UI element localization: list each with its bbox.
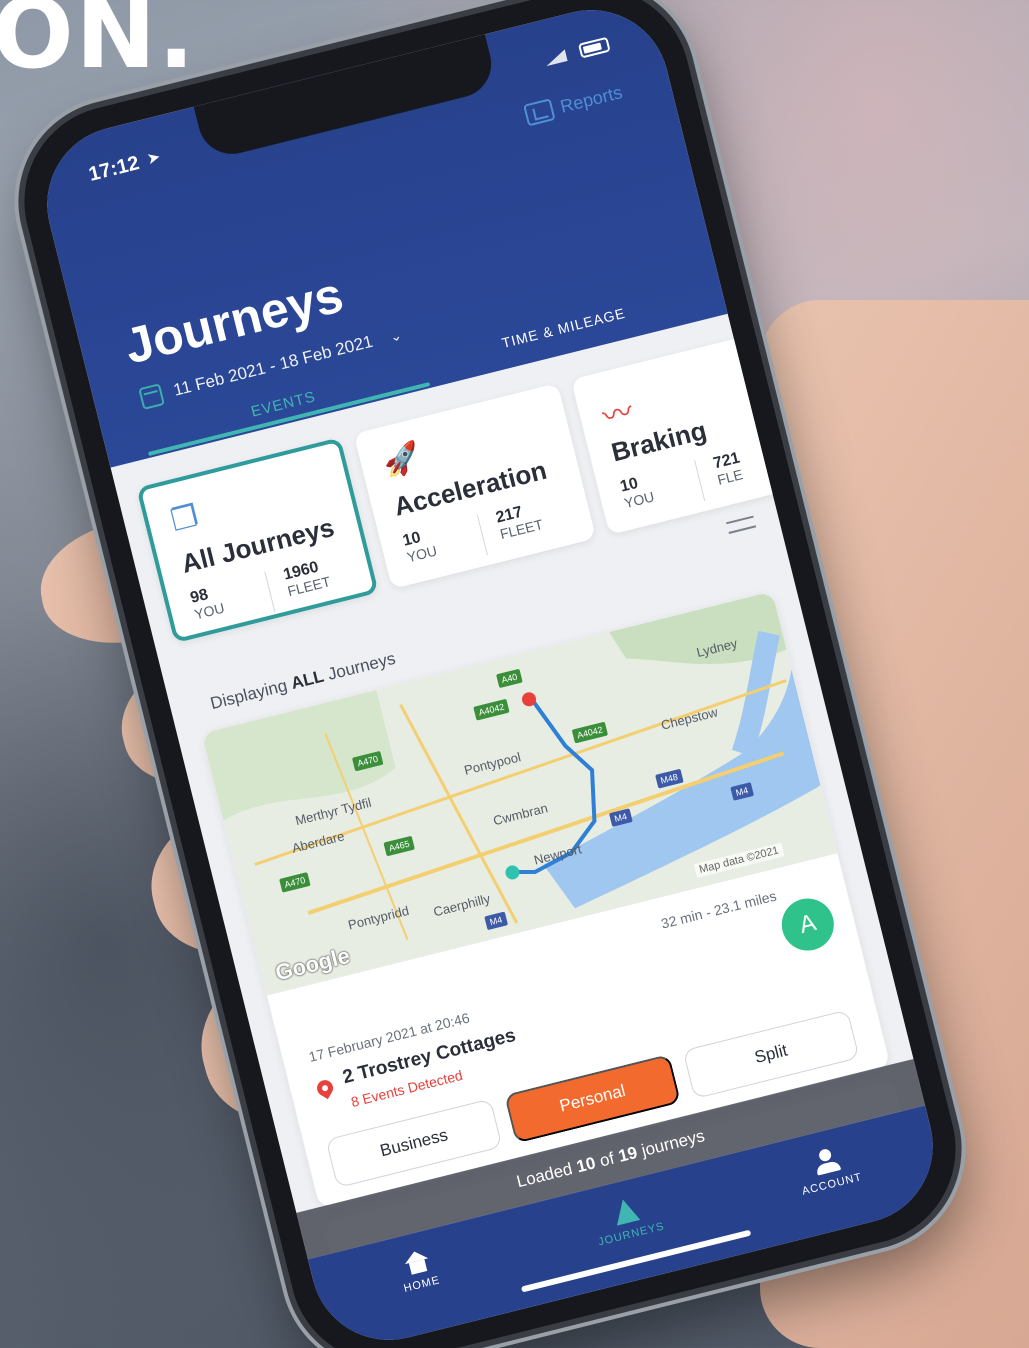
braking-wave-icon: 〰: [599, 395, 637, 435]
card-stat-fleet: 721 FLE: [711, 449, 745, 488]
card-acceleration[interactable]: 🚀 Acceleration 10 YOU 217 FLEET: [353, 383, 597, 590]
home-icon: [402, 1249, 431, 1276]
card-divider: [694, 460, 706, 501]
rocket-icon: 🚀: [380, 439, 425, 481]
tab-home-label: HOME: [402, 1274, 442, 1295]
journey-duration: 32 min - 23.1 miles: [659, 887, 779, 932]
card-all-journeys[interactable]: ❐ All Journeys 98 YOU 1960 FLEET: [136, 437, 379, 644]
reports-button[interactable]: Reports: [523, 81, 625, 127]
card-stat-you: 10 YOU: [618, 474, 656, 512]
card-divider: [264, 571, 276, 613]
tab-time-mileage[interactable]: TIME & MILEAGE: [500, 305, 627, 351]
calendar-icon: [138, 383, 165, 410]
card-stat-fleet: 217 FLEET: [494, 503, 545, 543]
journey-map[interactable]: Merthyr Tydfil Aberdare Pontypool Cwmbra…: [201, 591, 838, 996]
filter-sliders-icon[interactable]: [725, 512, 757, 538]
tab-home[interactable]: HOME: [396, 1247, 442, 1295]
tab-account[interactable]: ACCOUNT: [794, 1142, 864, 1198]
chevron-down-icon: ⌄: [388, 326, 404, 345]
user-icon: [812, 1147, 841, 1176]
battery-icon: [577, 36, 611, 59]
tab-account-label: ACCOUNT: [800, 1171, 864, 1198]
location-arrow-icon: ➤: [145, 148, 163, 169]
status-time: 17:12: [86, 152, 142, 186]
reports-icon: [523, 98, 556, 127]
card-stat-fleet: 1960 FLEET: [281, 558, 332, 600]
reports-label: Reports: [558, 81, 625, 117]
card-stat-you: 10 YOU: [401, 528, 439, 566]
tab-journeys-label: JOURNEYS: [597, 1220, 666, 1249]
tab-journeys[interactable]: JOURNEYS: [590, 1191, 666, 1248]
journeys-stack-icon: ❐: [167, 499, 202, 539]
card-stat-you: 98 YOU: [188, 586, 227, 623]
location-pin-icon: [314, 1077, 337, 1100]
headline-text: ON.: [0, 0, 197, 90]
card-divider: [476, 514, 488, 556]
driver-avatar[interactable]: A: [776, 893, 840, 957]
signal-icon: [544, 49, 568, 66]
navigation-arrow-icon: [611, 1196, 641, 1226]
